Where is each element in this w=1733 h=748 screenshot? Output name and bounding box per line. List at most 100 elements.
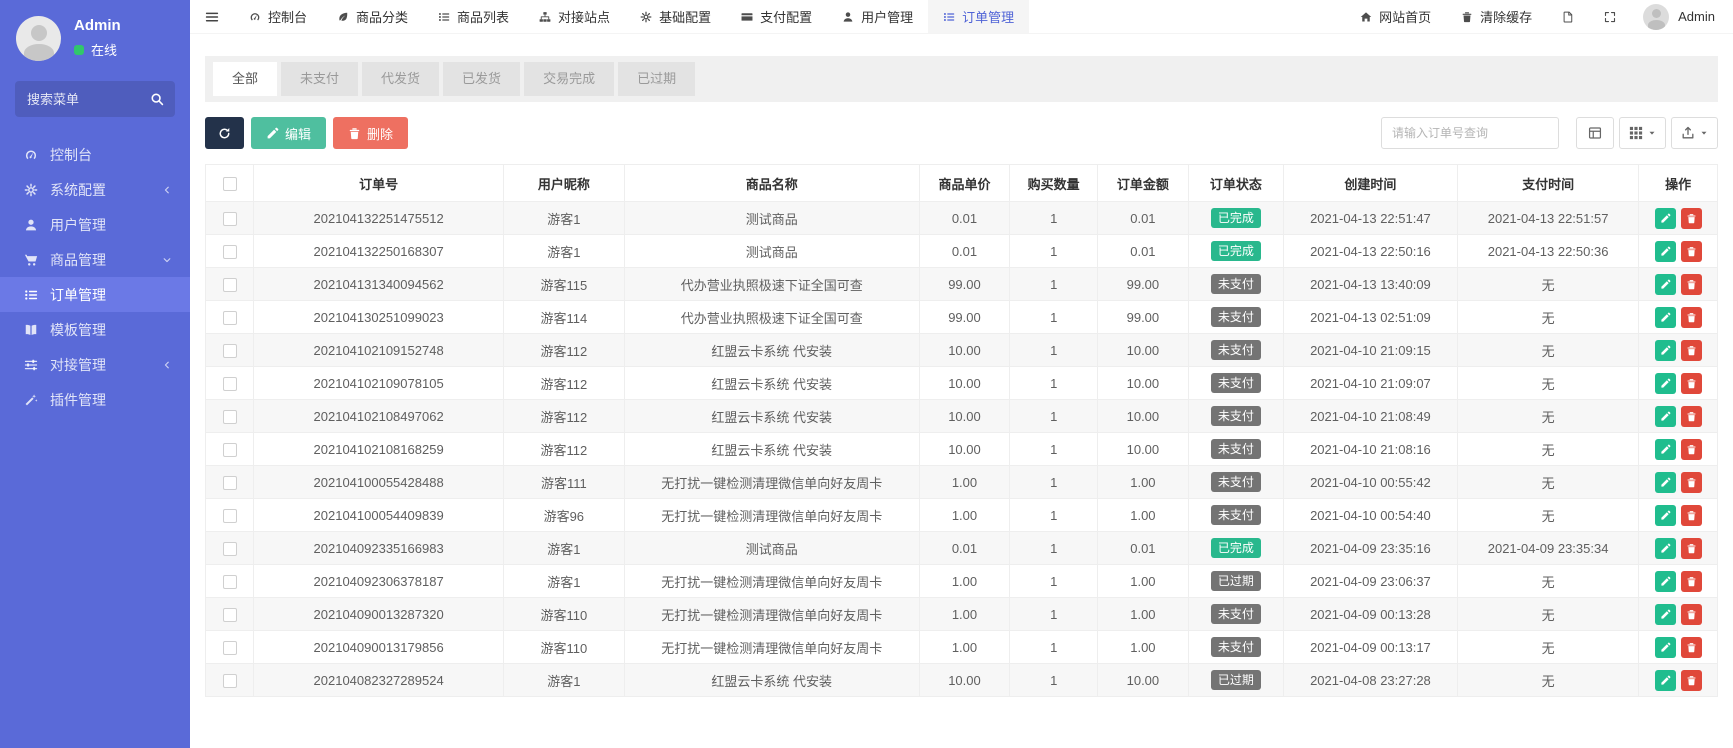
- row-checkbox[interactable]: [222, 310, 237, 325]
- row-edit-button[interactable]: [1654, 504, 1676, 526]
- tab-completed[interactable]: 交易完成: [524, 62, 615, 96]
- sidebar-toggle-button[interactable]: [190, 0, 234, 33]
- status-badge: 未支付: [1210, 406, 1261, 426]
- row-edit-button[interactable]: [1654, 438, 1676, 460]
- row-checkbox[interactable]: [222, 376, 237, 391]
- row-checkbox[interactable]: [222, 574, 237, 589]
- select-all-checkbox[interactable]: [222, 176, 237, 191]
- row-delete-button[interactable]: [1680, 240, 1702, 262]
- top-menu-pay-config[interactable]: 支付配置: [726, 0, 827, 33]
- amount-cell: 99.00: [1097, 267, 1189, 301]
- row-edit-button[interactable]: [1654, 240, 1676, 262]
- product-cell: 红盟云卡系统 代安装: [623, 333, 920, 367]
- refresh-button[interactable]: [205, 117, 244, 149]
- row-edit-button[interactable]: [1654, 471, 1676, 493]
- row-edit-button[interactable]: [1654, 405, 1676, 427]
- row-delete-button[interactable]: [1680, 306, 1702, 328]
- sidebar-item-template-manage[interactable]: 模板管理: [0, 312, 190, 347]
- row-delete-button[interactable]: [1680, 570, 1702, 592]
- row-edit-button[interactable]: [1654, 339, 1676, 361]
- order-search-input[interactable]: [1381, 117, 1559, 149]
- tab-to-ship[interactable]: 代发货: [362, 62, 440, 96]
- avatar[interactable]: [16, 16, 61, 61]
- row-delete-button[interactable]: [1680, 603, 1702, 625]
- sidebar-item-user-manage[interactable]: 用户管理: [0, 207, 190, 242]
- topbar: 控制台 商品分类 商品列表 对接站点 基础配置 支付配置 用户管理 订单管理 网站首页 清除缓…: [190, 0, 1733, 34]
- top-menu-console[interactable]: 控制台: [234, 0, 322, 33]
- top-menu-order-manage[interactable]: 订单管理: [928, 0, 1030, 33]
- row-edit-button[interactable]: [1654, 207, 1676, 229]
- status-cell: 未支付: [1187, 432, 1285, 466]
- tableview-button[interactable]: [1576, 117, 1614, 149]
- sidebar-item-console[interactable]: 控制台: [0, 137, 190, 172]
- row-delete-button[interactable]: [1680, 537, 1702, 559]
- qty-cell: 1: [1009, 663, 1099, 697]
- product-cell: 无打扰一键检测清理微信单向好友周卡: [623, 465, 920, 499]
- row-edit-button[interactable]: [1654, 306, 1676, 328]
- top-menu-label: 基础配置: [659, 10, 712, 25]
- row-checkbox[interactable]: [222, 508, 237, 523]
- row-checkbox[interactable]: [222, 343, 237, 358]
- row-checkbox[interactable]: [222, 475, 237, 490]
- row-edit-button[interactable]: [1654, 636, 1676, 658]
- row-checkbox[interactable]: [222, 409, 237, 424]
- row-edit-button[interactable]: [1654, 669, 1676, 691]
- sidebar-item-integration-manage[interactable]: 对接管理: [0, 347, 190, 382]
- top-menu-user-manage[interactable]: 用户管理: [827, 0, 928, 33]
- row-checkbox[interactable]: [222, 244, 237, 259]
- top-menu-goods-list[interactable]: 商品列表: [423, 0, 524, 33]
- row-delete-button[interactable]: [1680, 273, 1702, 295]
- row-edit-button[interactable]: [1654, 372, 1676, 394]
- row-delete-button[interactable]: [1680, 438, 1702, 460]
- row-checkbox[interactable]: [222, 640, 237, 655]
- top-menu-sites[interactable]: 对接站点: [524, 0, 625, 33]
- tab-shipped[interactable]: 已发货: [443, 62, 521, 96]
- admin-avatar[interactable]: [1643, 3, 1670, 30]
- row-checkbox[interactable]: [222, 442, 237, 457]
- row-edit-button[interactable]: [1654, 537, 1676, 559]
- paid-cell: 无: [1456, 432, 1640, 466]
- row-edit-button[interactable]: [1654, 273, 1676, 295]
- paid-cell: 无: [1456, 465, 1640, 499]
- columns-toggle-button[interactable]: [1619, 117, 1666, 149]
- row-delete-button[interactable]: [1680, 207, 1702, 229]
- status-badge: 未支付: [1210, 637, 1261, 657]
- top-menu-base-config[interactable]: 基础配置: [625, 0, 726, 33]
- row-checkbox[interactable]: [222, 277, 237, 292]
- top-menu-goods-category[interactable]: 商品分类: [322, 0, 423, 33]
- clear-cache-button[interactable]: 清除缓存: [1446, 0, 1547, 33]
- row-edit-button[interactable]: [1654, 603, 1676, 625]
- row-delete-button[interactable]: [1680, 339, 1702, 361]
- row-delete-button[interactable]: [1680, 636, 1702, 658]
- sidebar-item-system-config[interactable]: 系统配置: [0, 172, 190, 207]
- row-delete-button[interactable]: [1680, 471, 1702, 493]
- delete-button[interactable]: 删除: [333, 117, 409, 149]
- tab-expired[interactable]: 已过期: [618, 62, 696, 96]
- row-delete-button[interactable]: [1680, 372, 1702, 394]
- row-edit-button[interactable]: [1654, 570, 1676, 592]
- row-checkbox[interactable]: [222, 607, 237, 622]
- edit-button[interactable]: 编辑: [251, 117, 327, 149]
- column-header: 商品单价: [918, 164, 1011, 202]
- row-delete-button[interactable]: [1680, 405, 1702, 427]
- export-button[interactable]: [1671, 117, 1718, 149]
- sidebar-item-order-manage[interactable]: 订单管理: [0, 277, 190, 312]
- sidebar-item-goods-manage[interactable]: 商品管理: [0, 242, 190, 277]
- fullscreen-button[interactable]: [1589, 0, 1631, 33]
- tab-unpaid[interactable]: 未支付: [281, 62, 359, 96]
- clear-template-cache-button[interactable]: [1547, 0, 1589, 33]
- column-header: 商品名称: [623, 164, 920, 202]
- paid-cell: 无: [1456, 300, 1640, 334]
- paid-cell: 2021-04-13 22:51:57: [1456, 201, 1640, 235]
- row-checkbox[interactable]: [222, 211, 237, 226]
- sidebar-item-plugin-manage[interactable]: 插件管理: [0, 382, 190, 417]
- row-delete-button[interactable]: [1680, 669, 1702, 691]
- table-row: 202104130251099023 游客114 代办营业执照极速下证全国可查 99.…: [204, 300, 1718, 334]
- home-link[interactable]: 网站首页: [1345, 0, 1446, 33]
- row-delete-button[interactable]: [1680, 504, 1702, 526]
- row-checkbox[interactable]: [222, 541, 237, 556]
- tab-all[interactable]: 全部: [213, 62, 278, 96]
- toolbar-right: [1381, 117, 1718, 149]
- row-checkbox[interactable]: [222, 673, 237, 688]
- main-area: 控制台 商品分类 商品列表 对接站点 基础配置 支付配置 用户管理 订单管理 网站首页 清除缓…: [190, 0, 1733, 748]
